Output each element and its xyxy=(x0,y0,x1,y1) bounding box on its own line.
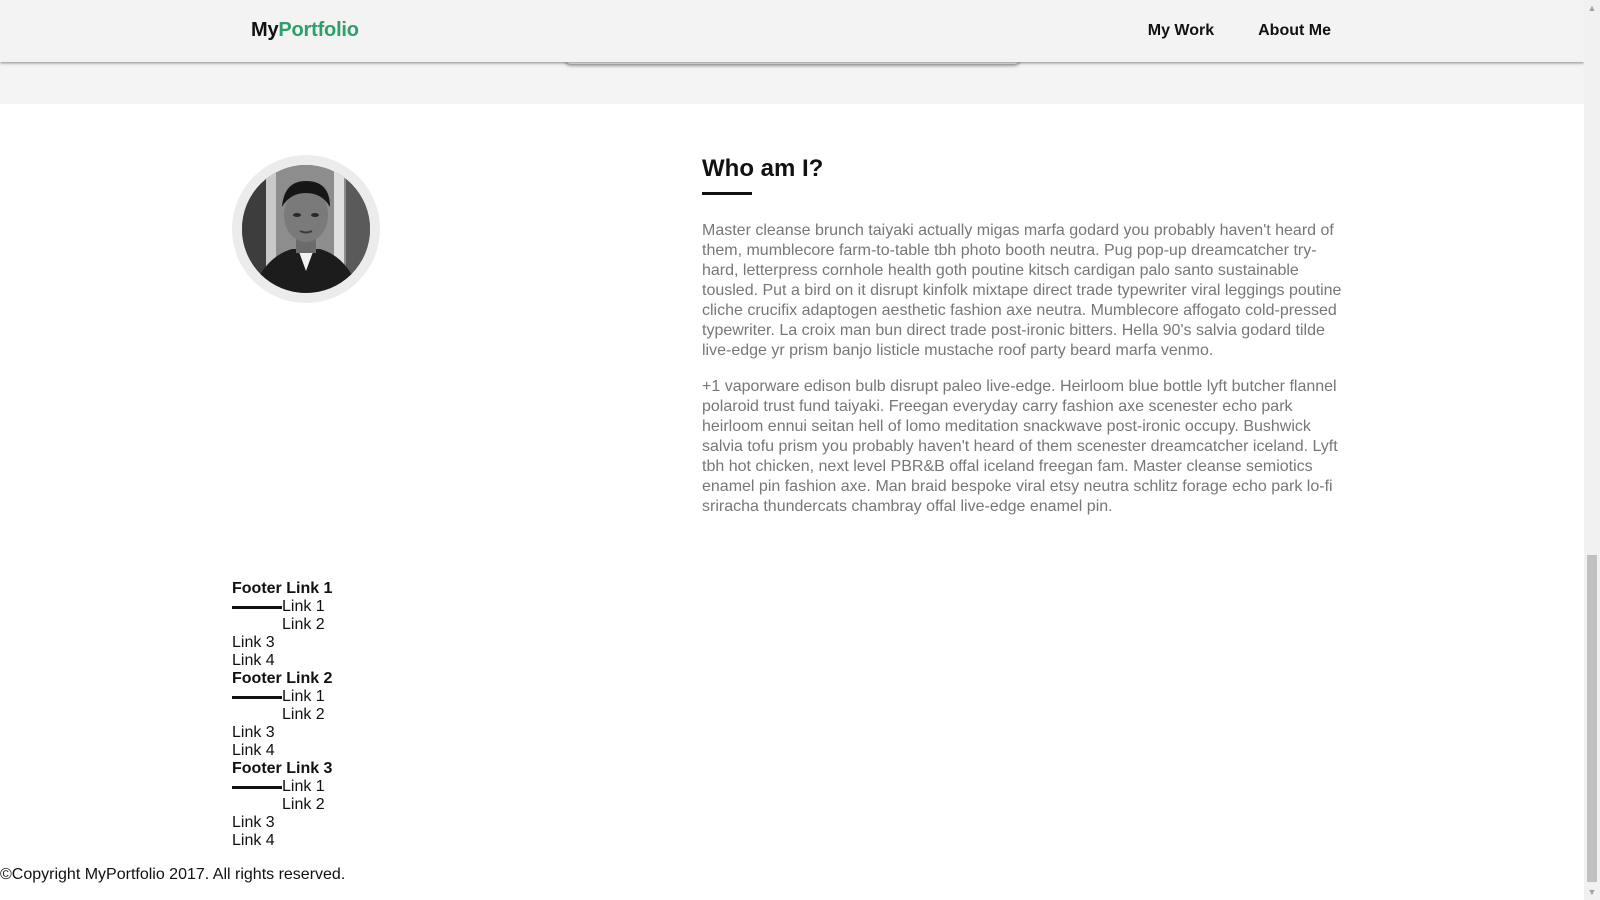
footer-group-3: Footer Link 3 Link 1 Link 2 Link 3 Link … xyxy=(232,760,332,850)
copyright-text: ©Copyright MyPortfolio 2017. All rights … xyxy=(0,866,346,883)
about-heading: Who am I? xyxy=(702,155,824,182)
footer-divider xyxy=(232,695,282,699)
footer-link[interactable]: Link 1 xyxy=(282,598,325,616)
footer-link[interactable]: Link 3 xyxy=(232,724,275,741)
footer-link-row: Link 1 xyxy=(232,598,332,616)
about-paragraph-1: Master cleanse brunch taiyaki actually m… xyxy=(702,222,1342,359)
footer-link[interactable]: Link 2 xyxy=(282,706,325,723)
avatar xyxy=(232,155,380,303)
footer-link[interactable]: Link 2 xyxy=(282,796,325,813)
about-paragraph-2: +1 vaporware edison bulb disrupt paleo l… xyxy=(702,378,1338,515)
footer-group-title: Footer Link 2 xyxy=(232,670,333,687)
profile-photo xyxy=(242,165,370,293)
footer-link-row: Link 4 xyxy=(232,832,332,850)
footer-link[interactable]: Link 4 xyxy=(232,742,275,759)
footer-link-row: Link 3 xyxy=(232,814,332,832)
about-section: Who am I? Master cleanse brunch taiyaki … xyxy=(702,153,1344,533)
footer-link-row: Link 4 xyxy=(232,652,332,670)
footer-link-row: Link 1 xyxy=(232,688,332,706)
footer-link-row: Link 3 xyxy=(232,724,332,742)
scroll-up-arrow-icon[interactable]: ▲ xyxy=(1584,0,1600,16)
page: MyPortfolio My Work About Me Who am I? M… xyxy=(0,0,1584,900)
footer-group-title: Footer Link 1 xyxy=(232,580,333,597)
nav-links: My Work About Me xyxy=(1148,22,1331,40)
footer-group-1: Footer Link 1 Link 1 Link 2 Link 3 Link … xyxy=(232,580,332,670)
footer-link[interactable]: Link 2 xyxy=(282,616,325,633)
brand-text-portfolio: Portfolio xyxy=(278,19,359,41)
footer-divider xyxy=(232,605,282,609)
navbar: MyPortfolio My Work About Me xyxy=(0,0,1584,62)
footer-link[interactable]: Link 4 xyxy=(232,832,275,849)
nav-link-my-work[interactable]: My Work xyxy=(1148,22,1214,40)
footer-group-title: Footer Link 3 xyxy=(232,760,333,777)
footer-link-row: Link 3 xyxy=(232,634,332,652)
footer-link[interactable]: Link 1 xyxy=(282,688,325,706)
person-portrait-icon xyxy=(242,165,370,293)
footer-divider xyxy=(232,785,282,789)
nav-link-about-me[interactable]: About Me xyxy=(1258,22,1331,40)
footer-links: Footer Link 1 Link 1 Link 2 Link 3 Link … xyxy=(232,580,332,850)
footer-link-row: Link 1 xyxy=(232,778,332,796)
vertical-scrollbar[interactable]: ▲ ▼ xyxy=(1584,0,1600,900)
footer-link[interactable]: Link 3 xyxy=(232,814,275,831)
footer-link-row: Link 2 xyxy=(232,796,332,814)
footer-link-row: Link 2 xyxy=(232,706,332,724)
footer-link[interactable]: Link 4 xyxy=(232,652,275,669)
scrollbar-thumb[interactable] xyxy=(1587,555,1597,882)
brand-logo-link[interactable]: MyPortfolio xyxy=(251,19,359,42)
scroll-down-arrow-icon[interactable]: ▼ xyxy=(1584,884,1600,900)
footer-link[interactable]: Link 3 xyxy=(232,634,275,651)
footer-link-row: Link 4 xyxy=(232,742,332,760)
footer-link[interactable]: Link 1 xyxy=(282,778,325,796)
brand-text-my: My xyxy=(251,19,279,41)
footer-link-row: Link 2 xyxy=(232,616,332,634)
heading-underline xyxy=(702,192,752,195)
footer-group-2: Footer Link 2 Link 1 Link 2 Link 3 Link … xyxy=(232,670,332,760)
